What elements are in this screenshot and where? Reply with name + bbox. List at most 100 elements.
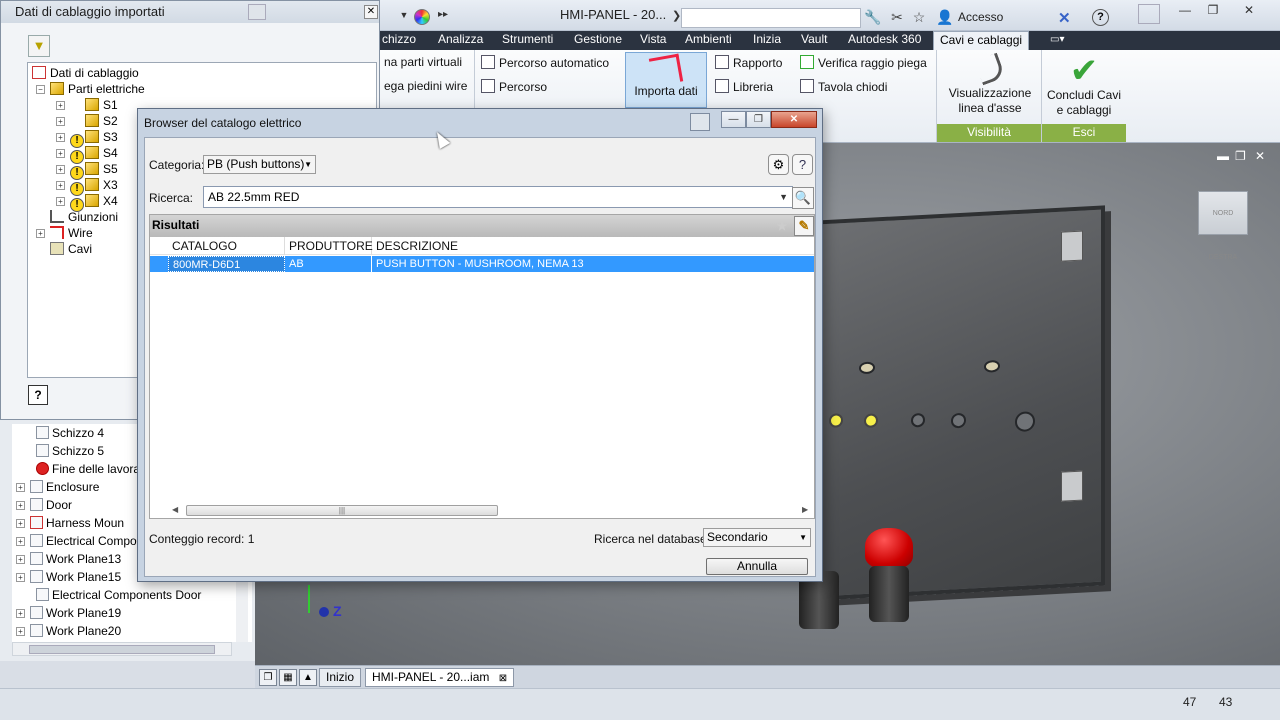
visualizzazione-button[interactable]: Visualizzazione linea d'asse [945, 52, 1035, 120]
maximize-button[interactable]: ❐ [1200, 2, 1226, 20]
column-header-produttore[interactable]: PRODUTTORE [285, 237, 373, 255]
tree-item[interactable]: + Electrical Compor [16, 532, 141, 550]
viewport-minimize-icon[interactable]: ▬ [1217, 149, 1229, 163]
tree-item[interactable]: + Work Plane19 [16, 604, 121, 622]
tree-item-part[interactable]: +! S3 [56, 129, 118, 148]
sign-in-button[interactable]: Accesso [958, 10, 1003, 24]
dialog-close-button[interactable]: ✕ [771, 111, 817, 128]
minimize-button[interactable]: — [1172, 2, 1198, 20]
expand-icon[interactable]: + [16, 519, 25, 528]
tab-inizio[interactable]: Inizio [319, 668, 362, 687]
tab-analizza[interactable]: Analizza [438, 31, 483, 50]
tab-autodesk-360[interactable]: Autodesk 360 [848, 31, 921, 50]
piedini-wire-button[interactable]: ega piedini wire [384, 79, 467, 93]
panel-restore-icon[interactable] [248, 4, 266, 20]
results-horizontal-scrollbar[interactable]: ◀ ||| ▶ [170, 503, 814, 517]
help-icon[interactable]: ? [792, 154, 813, 175]
exchange-apps-icon[interactable]: ✕ [1058, 9, 1071, 27]
expand-icon[interactable]: + [56, 165, 65, 174]
database-select[interactable]: Secondario ▼ [703, 528, 811, 547]
column-header-descrizione[interactable]: DESCRIZIONE [372, 237, 812, 255]
expand-icon[interactable]: + [16, 483, 25, 492]
tree-horizontal-scrollbar[interactable] [12, 642, 232, 656]
tab-gestione[interactable]: Gestione [574, 31, 622, 50]
close-tab-icon[interactable]: ⊠ [499, 673, 507, 684]
tree-item[interactable]: + Enclosure [16, 478, 99, 496]
expand-icon[interactable]: + [16, 555, 25, 564]
table-row[interactable]: 800MR-D6D1 AB PUSH BUTTON - MUSHROOM, NE… [150, 256, 814, 272]
edit-pencil-icon[interactable]: ✎ [794, 216, 814, 236]
expand-icon[interactable]: + [16, 627, 25, 636]
expand-icon[interactable]: + [56, 101, 65, 110]
libreria-button[interactable]: Libreria [715, 79, 773, 94]
tab-document[interactable]: HMI-PANEL - 20...iam ⊠ [365, 668, 515, 687]
tree-item[interactable]: Fine delle lavoraz [36, 460, 146, 478]
viewcube-icon[interactable]: NORD DESTRA [1198, 191, 1248, 261]
appearance-color-icon[interactable] [414, 9, 430, 25]
tree-item-part[interactable]: + S1 [56, 97, 118, 113]
user-icon[interactable]: 👤 [936, 8, 954, 26]
tree-item-part[interactable]: +! X3 [56, 177, 118, 196]
restore-docs-icon[interactable] [1138, 4, 1160, 24]
scrollbar-thumb[interactable] [29, 645, 215, 654]
tab-cavi-cablaggi[interactable]: Cavi e cablaggi [933, 31, 1030, 50]
tree-item-part[interactable]: +! X4 [56, 193, 118, 212]
rapporto-button[interactable]: Rapporto [715, 55, 782, 70]
panel-close-button[interactable]: ✕ [364, 5, 378, 19]
filter-icon[interactable]: ▼ [28, 35, 50, 57]
favorites-star-icon[interactable]: ☆ [910, 8, 928, 26]
tools-icon[interactable]: ✂ [888, 8, 906, 26]
parti-virtuali-button[interactable]: na parti virtuali [384, 55, 462, 69]
help-search-input[interactable] [681, 8, 861, 28]
category-select[interactable]: PB (Push buttons) ▼ [203, 155, 316, 174]
tree-item-part[interactable]: + S2 [56, 113, 118, 129]
scroll-left-icon[interactable]: ◀ [172, 505, 178, 514]
close-button[interactable]: ✕ [1236, 2, 1262, 20]
tab-vista[interactable]: Vista [640, 31, 666, 50]
tab-strumenti[interactable]: Strumenti [502, 31, 553, 50]
tree-item[interactable]: + Work Plane15 [16, 568, 121, 586]
tree-item[interactable]: + Harness Moun [16, 514, 124, 532]
tree-item-parti[interactable]: − Parti elettriche [36, 81, 145, 97]
tree-root[interactable]: Dati di cablaggio [32, 65, 139, 81]
quick-access-more-icon[interactable]: ▸▸ [438, 9, 448, 20]
search-icon[interactable]: 🔍 [792, 187, 814, 209]
verifica-raggio-button[interactable]: Verifica raggio piega [800, 55, 927, 70]
tab-schizzo[interactable]: chizzo [382, 31, 416, 50]
binoculars-icon[interactable]: 🔧 [864, 8, 882, 26]
settings-gear-icon[interactable]: ⚙ [768, 154, 789, 175]
viewport-close-icon[interactable]: ✕ [1255, 149, 1265, 163]
expand-icon[interactable]: + [16, 609, 25, 618]
scroll-right-icon[interactable]: ▶ [802, 505, 808, 514]
column-header-catalogo[interactable]: CATALOGO [168, 237, 285, 255]
tree-item[interactable]: Schizzo 5 [36, 442, 104, 460]
concludi-button[interactable]: ✔ Concludi Cavi e cablaggi [1045, 54, 1123, 120]
expand-icon[interactable]: + [56, 117, 65, 126]
percorso-button[interactable]: Percorso [481, 79, 547, 94]
favorite-star-icon[interactable]: ★ [772, 217, 792, 235]
expand-icon[interactable]: + [36, 229, 45, 238]
collapse-icon[interactable]: − [36, 85, 45, 94]
doc-tabs-up-icon[interactable]: ▲ [299, 669, 317, 686]
importa-dati-button[interactable]: Importa dati [625, 52, 707, 108]
help-icon[interactable]: ? [1092, 9, 1109, 26]
cancel-button[interactable]: Annulla [706, 558, 808, 575]
tab-inizia[interactable]: Inizia [753, 31, 781, 50]
tile-windows-icon[interactable]: ▦ [279, 669, 297, 686]
tree-item-giunzioni[interactable]: Giunzioni [50, 209, 118, 225]
quick-access-dropdown-icon[interactable]: ▼ [398, 10, 410, 22]
dialog-restore-icon[interactable] [690, 113, 710, 131]
viewport-restore-icon[interactable]: ❐ [1235, 149, 1246, 163]
expand-icon[interactable]: + [16, 501, 25, 510]
expand-icon[interactable]: + [16, 573, 25, 582]
tree-item[interactable]: + Work Plane13 [16, 550, 121, 568]
tree-item-part[interactable]: +! S5 [56, 161, 118, 180]
search-chevron-icon[interactable]: ❯ [672, 9, 681, 22]
tree-item[interactable]: Schizzo 4 [36, 424, 104, 442]
expand-icon[interactable]: + [56, 133, 65, 142]
chevron-down-icon[interactable]: ▼ [779, 187, 788, 207]
scrollbar-thumb[interactable]: ||| [186, 505, 498, 516]
tree-item-cavi[interactable]: Cavi [50, 241, 92, 257]
panel-title-bar[interactable]: Dati di cablaggio importati ✕ [1, 1, 379, 23]
tab-vault[interactable]: Vault [801, 31, 827, 50]
